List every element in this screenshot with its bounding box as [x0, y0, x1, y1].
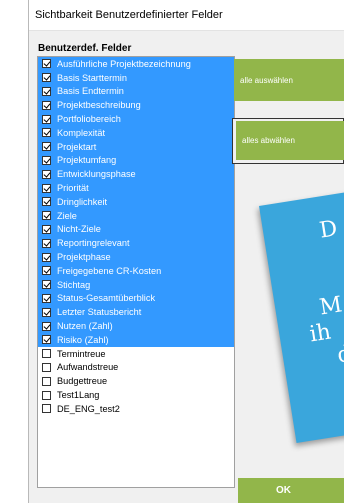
list-item[interactable]: Nutzen (Zahl) [38, 319, 234, 333]
item-checkbox[interactable] [42, 114, 51, 124]
item-label: Priorität [57, 183, 89, 194]
item-label: Projektbeschreibung [57, 100, 141, 111]
list-item[interactable]: Komplexität [38, 125, 234, 140]
item-checkbox[interactable] [42, 362, 51, 372]
item-label: Nutzen (Zahl) [57, 321, 113, 332]
item-checkbox[interactable] [42, 280, 51, 290]
item-checkbox[interactable] [42, 73, 51, 83]
item-checkbox[interactable] [42, 266, 51, 276]
item-label: Termintreue [57, 348, 106, 359]
deselect-all-button[interactable]: alles abwählen [236, 121, 344, 160]
list-item[interactable]: Ausführliche Projektbezeichnung [38, 57, 234, 71]
title-bar: Sichtbarkeit Benutzerdefinierter Felder [29, 0, 344, 31]
list-item[interactable]: Test1Lang [38, 388, 234, 402]
note-line: d [335, 341, 344, 369]
list-item[interactable]: Portfoliobereich [38, 112, 234, 126]
item-label: Budgettreue [57, 376, 108, 387]
list-item[interactable]: DE_ENG_test2 [38, 401, 234, 416]
item-checkbox[interactable] [42, 183, 51, 193]
list-item[interactable]: Freigegebene CR-Kosten [38, 263, 234, 278]
list-item[interactable]: Budgettreue [38, 374, 234, 389]
note-line: D [317, 216, 340, 244]
item-checkbox[interactable] [42, 293, 51, 303]
item-checkbox[interactable] [42, 404, 51, 414]
item-label: DE_ENG_test2 [57, 403, 120, 414]
item-label: Risiko (Zahl) [57, 334, 109, 345]
item-checkbox[interactable] [42, 224, 51, 234]
select-all-button[interactable]: alle auswählen [234, 59, 344, 101]
item-label: Letzter Statusbericht [57, 307, 142, 318]
list-item[interactable]: Priorität [38, 181, 234, 195]
ok-button[interactable]: OK [238, 478, 344, 503]
item-label: Aufwandstreue [57, 362, 119, 373]
item-label: Portfoliobereich [57, 114, 121, 125]
field-listbox[interactable]: Ausführliche Projektbezeichnung Basis Sta… [37, 56, 235, 488]
item-checkbox[interactable] [42, 390, 51, 400]
list-heading: Benutzerdef. Felder [38, 43, 132, 54]
item-checkbox[interactable] [42, 59, 51, 69]
item-label: Test1Lang [57, 390, 100, 401]
list-item[interactable]: Dringlichkeit [38, 194, 234, 209]
note-line: ih [307, 319, 333, 348]
list-item[interactable]: Ziele [38, 208, 234, 223]
list-item[interactable]: Letzter Statusbericht [38, 305, 234, 320]
item-label: Projektumfang [57, 155, 117, 166]
item-checkbox[interactable] [42, 100, 51, 110]
item-checkbox[interactable] [42, 211, 51, 221]
list-item[interactable]: Termintreue [38, 346, 234, 361]
note-line: M [317, 292, 344, 321]
item-checkbox[interactable] [42, 86, 51, 96]
list-item[interactable]: Projektbeschreibung [38, 98, 234, 113]
item-label: Basis Endtermin [57, 86, 124, 97]
item-label: Freigegebene CR-Kosten [57, 265, 162, 276]
list-item[interactable]: Projektumfang [38, 153, 234, 168]
item-label: Projektart [57, 141, 97, 152]
list-item[interactable]: Risiko (Zahl) [38, 332, 234, 347]
item-checkbox[interactable] [42, 349, 51, 359]
list-item[interactable]: Stichtag [38, 277, 234, 292]
item-label: Entwicklungsphase [57, 169, 136, 180]
list-item[interactable]: Basis Endtermin [38, 84, 234, 99]
item-label: Status-Gesamtüberblick [57, 293, 156, 304]
list-item[interactable]: Projektart [38, 139, 234, 154]
item-checkbox[interactable] [42, 335, 51, 345]
item-checkbox[interactable] [42, 142, 51, 152]
list-item[interactable]: Projektphase [38, 250, 234, 264]
item-label: Ausführliche Projektbezeichnung [57, 58, 191, 69]
item-checkbox[interactable] [42, 197, 51, 207]
item-checkbox[interactable] [42, 307, 51, 317]
list-item[interactable]: Aufwandstreue [38, 360, 234, 375]
item-label: Reportingrelevant [57, 238, 130, 249]
list-item[interactable]: Reportingrelevant [38, 236, 234, 251]
item-checkbox[interactable] [42, 128, 51, 138]
item-label: Dringlichkeit [57, 196, 108, 207]
item-label: Komplexität [57, 127, 106, 138]
item-label: Ziele [57, 210, 77, 221]
item-label: Nicht-Ziele [57, 224, 101, 235]
list-item[interactable]: Status-Gesamtüberblick [38, 291, 234, 306]
item-checkbox[interactable] [42, 169, 51, 179]
window-title: Sichtbarkeit Benutzerdefinierter Felder [35, 9, 223, 21]
item-checkbox[interactable] [42, 238, 51, 248]
item-checkbox[interactable] [42, 155, 51, 165]
item-checkbox[interactable] [42, 252, 51, 262]
list-item[interactable]: Basis Starttermin [38, 70, 234, 85]
item-label: Stichtag [57, 279, 91, 290]
list-item[interactable]: Nicht-Ziele [38, 222, 234, 237]
list-item[interactable]: Entwicklungsphase [38, 167, 234, 182]
item-label: Basis Starttermin [57, 72, 127, 83]
item-label: Projektphase [57, 252, 111, 263]
item-checkbox[interactable] [42, 321, 51, 331]
item-checkbox[interactable] [42, 376, 51, 386]
